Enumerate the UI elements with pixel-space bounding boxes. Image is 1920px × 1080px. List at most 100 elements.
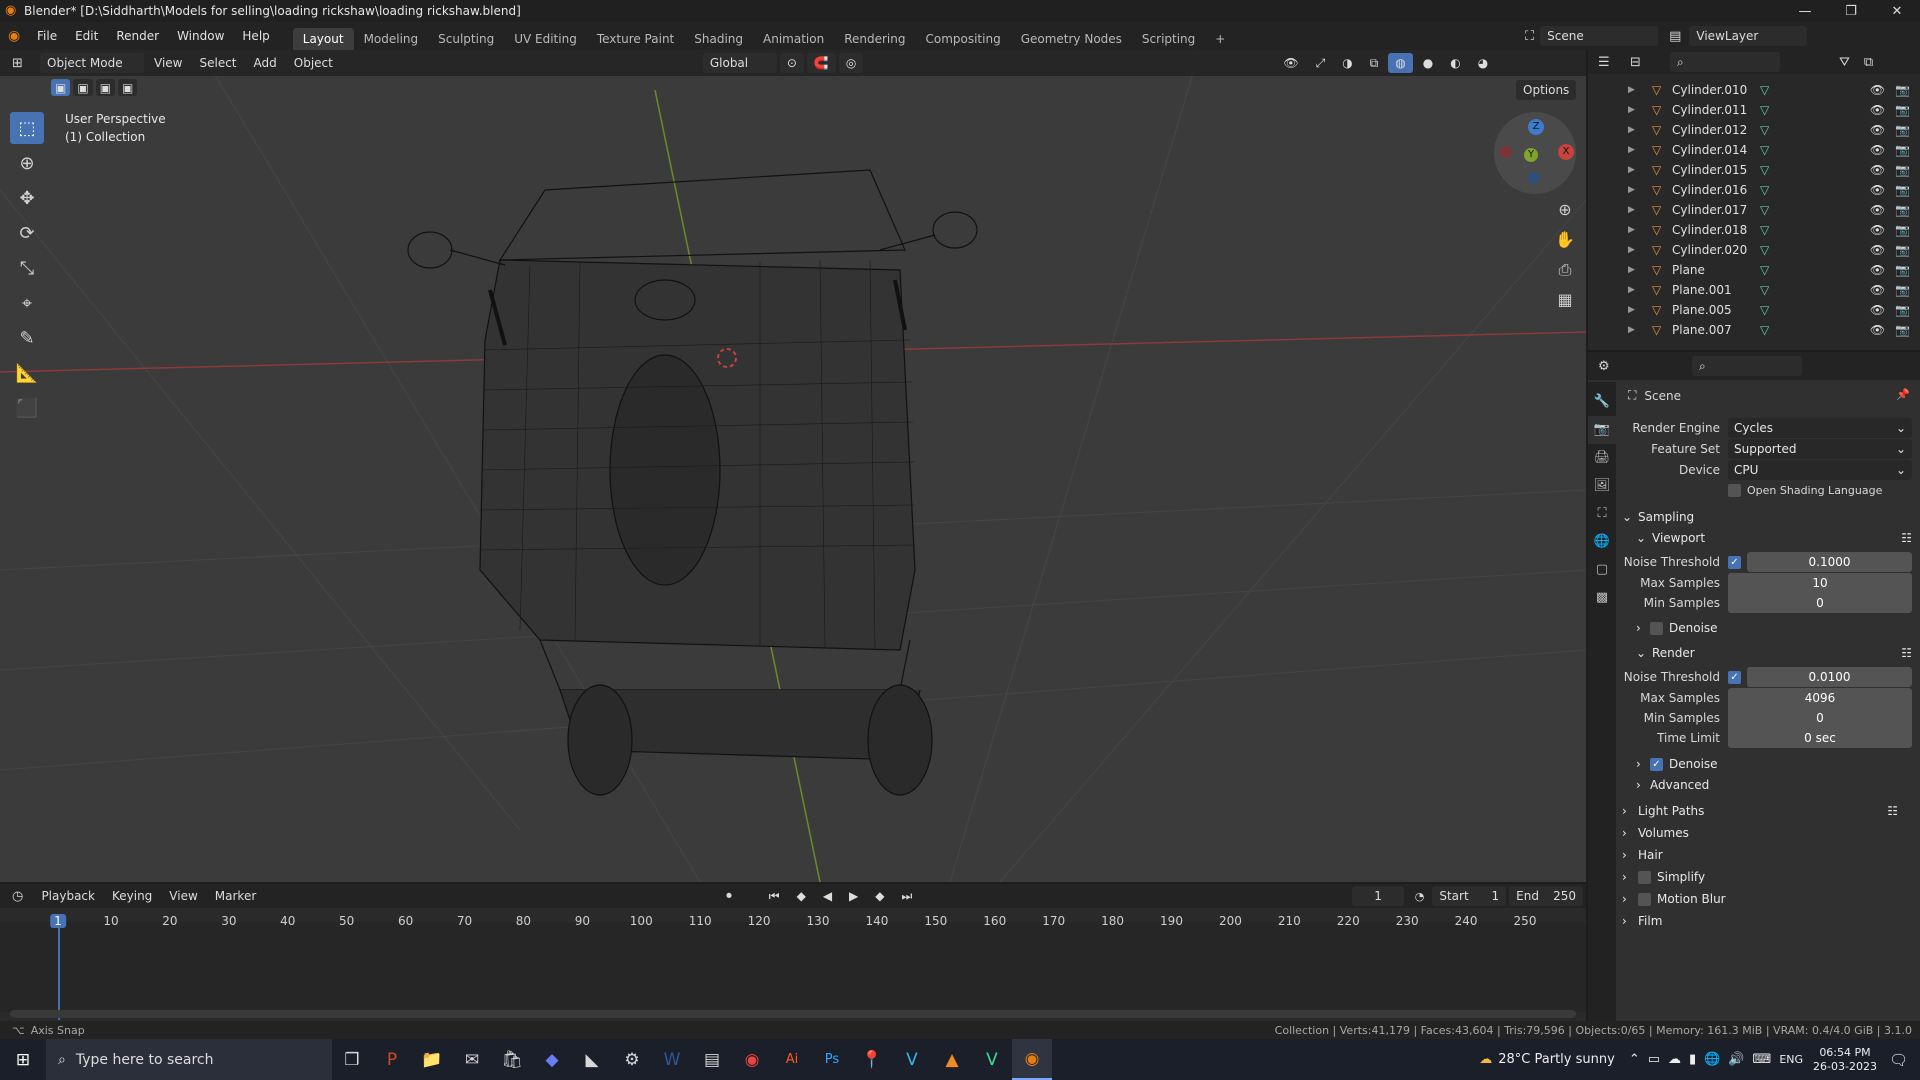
viewport-menu-add[interactable]: Add xyxy=(247,53,284,73)
outliner-row[interactable]: ▶ ▽ Plane.007 ▽ 👁 📷 xyxy=(1588,320,1920,340)
vp-noise-threshold-field[interactable]: 0.1000 xyxy=(1747,552,1912,572)
expand-arrow-icon[interactable]: ▶ xyxy=(1628,145,1652,155)
r-denoise-subpanel[interactable]: › ✓ Denoise xyxy=(1636,753,1920,775)
viewport-menu-select[interactable]: Select xyxy=(192,53,243,73)
frame-tick-label[interactable]: 50 xyxy=(339,914,354,928)
visibility-eye-icon[interactable]: 👁 xyxy=(1870,103,1885,117)
expand-arrow-icon[interactable]: ▶ xyxy=(1628,165,1652,175)
3d-viewport[interactable]: User Perspective (1) Collection Z X Y ⊕ … xyxy=(0,50,1586,882)
jump-keyframe-back-icon[interactable]: ◆ xyxy=(790,886,813,906)
outliner-row[interactable]: ▶ ▽ Cylinder.017 ▽ 👁 📷 xyxy=(1588,200,1920,220)
timeline-menu-view[interactable]: View xyxy=(162,886,204,906)
keyboard-icon[interactable]: ⌨ xyxy=(1753,1052,1772,1067)
visibility-icon[interactable]: 👁 xyxy=(1276,53,1305,73)
menu-edit[interactable]: Edit xyxy=(66,29,107,43)
gizmo-y-axis[interactable]: Y xyxy=(1524,148,1538,162)
outliner-item-name[interactable]: Cylinder.011 xyxy=(1672,103,1760,117)
frame-tick-label[interactable]: 100 xyxy=(630,914,653,928)
render-subpanel-header[interactable]: ⌄ Render ☷ xyxy=(1636,642,1920,664)
illustrator-icon[interactable]: Ai xyxy=(772,1039,812,1080)
frame-tick-label[interactable]: 10 xyxy=(103,914,118,928)
simplify-checkbox[interactable] xyxy=(1638,870,1651,884)
light-paths-panel[interactable]: › Light Paths ☷ xyxy=(1622,800,1912,822)
select-box-tool-icon[interactable]: ⬚ xyxy=(10,112,44,144)
jump-keyframe-forward-icon[interactable]: ◆ xyxy=(868,886,891,906)
gizmo-toggle-icon[interactable]: ⤢ xyxy=(1309,53,1333,73)
pin-icon[interactable]: 📌 xyxy=(1896,388,1910,401)
vp-noise-threshold-checkbox[interactable]: ✓ xyxy=(1728,555,1741,569)
expand-arrow-icon[interactable]: ▶ xyxy=(1628,305,1652,315)
frame-tick-label[interactable]: 160 xyxy=(983,914,1006,928)
render-camera-icon[interactable]: 📷 xyxy=(1895,323,1910,337)
start-frame-field[interactable]: Start 1 xyxy=(1432,886,1507,906)
frame-tick-label[interactable]: 150 xyxy=(924,914,947,928)
vp-min-samples-field[interactable]: 0 xyxy=(1728,593,1912,613)
weather-icon[interactable]: ☁ xyxy=(1479,1052,1492,1067)
volume-icon[interactable]: 🔊 xyxy=(1728,1052,1744,1067)
auto-keying-icon[interactable]: ⏺ xyxy=(726,889,732,903)
navigation-gizmo[interactable]: Z X Y xyxy=(1494,112,1576,194)
transform-orientation-selector[interactable]: Global xyxy=(702,53,777,73)
scene-tab-icon[interactable]: ⛶ xyxy=(1588,500,1616,528)
timeline-menu-keying[interactable]: Keying xyxy=(105,886,159,906)
powerpoint-icon[interactable]: P xyxy=(372,1039,412,1080)
rotate-tool-icon[interactable]: ⟳ xyxy=(10,217,44,249)
r-denoise-checkbox[interactable]: ✓ xyxy=(1650,757,1663,771)
outliner-row[interactable]: ▶ ▽ Cylinder.016 ▽ 👁 📷 xyxy=(1588,180,1920,200)
frame-tick-label[interactable]: 70 xyxy=(457,914,472,928)
blender-taskbar-icon[interactable]: ◉ xyxy=(1012,1039,1052,1080)
editor-type-icon[interactable]: ⊞ xyxy=(12,56,40,71)
gizmo-neg-x-axis[interactable] xyxy=(1500,146,1512,158)
render-engine-select[interactable]: Cycles ⌄ xyxy=(1728,418,1912,438)
select-new-icon[interactable]: ▣ xyxy=(51,79,71,96)
device-select[interactable]: CPU ⌄ xyxy=(1728,460,1912,480)
frame-tick-label[interactable]: 40 xyxy=(280,914,295,928)
visibility-eye-icon[interactable]: 👁 xyxy=(1870,223,1885,237)
select-subtract-icon[interactable]: ▣ xyxy=(95,79,116,96)
render-camera-icon[interactable]: 📷 xyxy=(1895,163,1910,177)
render-tab-icon[interactable]: 📷 xyxy=(1588,416,1616,444)
proportional-edit-icon[interactable]: ◎ xyxy=(838,53,864,73)
app-icon-purple[interactable]: ◆ xyxy=(532,1039,572,1080)
outliner-item-name[interactable]: Cylinder.020 xyxy=(1672,243,1760,257)
visibility-eye-icon[interactable]: 👁 xyxy=(1870,203,1885,217)
r-noise-threshold-field[interactable]: 0.0100 xyxy=(1747,667,1912,687)
menu-help[interactable]: Help xyxy=(233,29,278,43)
network-icon[interactable]: 🌐 xyxy=(1704,1052,1720,1067)
frame-tick-label[interactable]: 170 xyxy=(1042,914,1065,928)
visibility-eye-icon[interactable]: 👁 xyxy=(1870,183,1885,197)
onedrive-icon[interactable]: ☁ xyxy=(1668,1052,1681,1067)
task-view-icon[interactable]: ❒ xyxy=(332,1039,372,1080)
options-dropdown[interactable]: Options xyxy=(1516,80,1577,100)
vp-denoise-subpanel[interactable]: › Denoise xyxy=(1636,617,1920,639)
chrome-icon[interactable]: ◉ xyxy=(732,1039,772,1080)
tab-texture-paint[interactable]: Texture Paint xyxy=(587,28,684,50)
outliner-item-name[interactable]: Plane.001 xyxy=(1672,283,1760,297)
outliner-row[interactable]: ▶ ▽ Plane ▽ 👁 📷 xyxy=(1588,260,1920,280)
advanced-subpanel[interactable]: › Advanced xyxy=(1636,774,1920,796)
camera-view-icon[interactable]: ⎙ xyxy=(1551,255,1579,285)
app-icon-blue[interactable]: ◣ xyxy=(572,1039,612,1080)
viewport-menu-view[interactable]: View xyxy=(147,53,189,73)
expand-arrow-icon[interactable]: ▶ xyxy=(1628,225,1652,235)
menu-window[interactable]: Window xyxy=(168,29,233,43)
tab-rendering[interactable]: Rendering xyxy=(834,28,915,50)
frame-ruler[interactable]: 1 10 20 30 40 50 60 70 80 90 100 110 120 130 140 150 160… xyxy=(0,914,1586,932)
collection-tab-icon[interactable]: ▢ xyxy=(1588,556,1616,584)
jump-end-icon[interactable]: ⏭ xyxy=(895,886,920,906)
timeline-track-area[interactable] xyxy=(0,922,1586,1012)
render-camera-icon[interactable]: 📷 xyxy=(1895,203,1910,217)
visibility-eye-icon[interactable]: 👁 xyxy=(1870,283,1885,297)
select-extend-icon[interactable]: ▣ xyxy=(73,79,93,96)
tab-animation[interactable]: Animation xyxy=(753,28,834,50)
frame-tick-label[interactable]: 140 xyxy=(865,914,888,928)
menu-render[interactable]: Render xyxy=(107,29,168,43)
tab-modeling[interactable]: Modeling xyxy=(354,28,429,50)
expand-arrow-icon[interactable]: ▶ xyxy=(1628,185,1652,195)
play-icon[interactable]: ▶ xyxy=(842,886,865,906)
outliner-row[interactable]: ▶ ▽ Cylinder.015 ▽ 👁 📷 xyxy=(1588,160,1920,180)
outliner-item-name[interactable]: Cylinder.015 xyxy=(1672,163,1760,177)
app-icon-archive[interactable]: ▤ xyxy=(692,1039,732,1080)
outliner-item-name[interactable]: Cylinder.018 xyxy=(1672,223,1760,237)
annotate-tool-icon[interactable]: ✎ xyxy=(10,322,44,354)
